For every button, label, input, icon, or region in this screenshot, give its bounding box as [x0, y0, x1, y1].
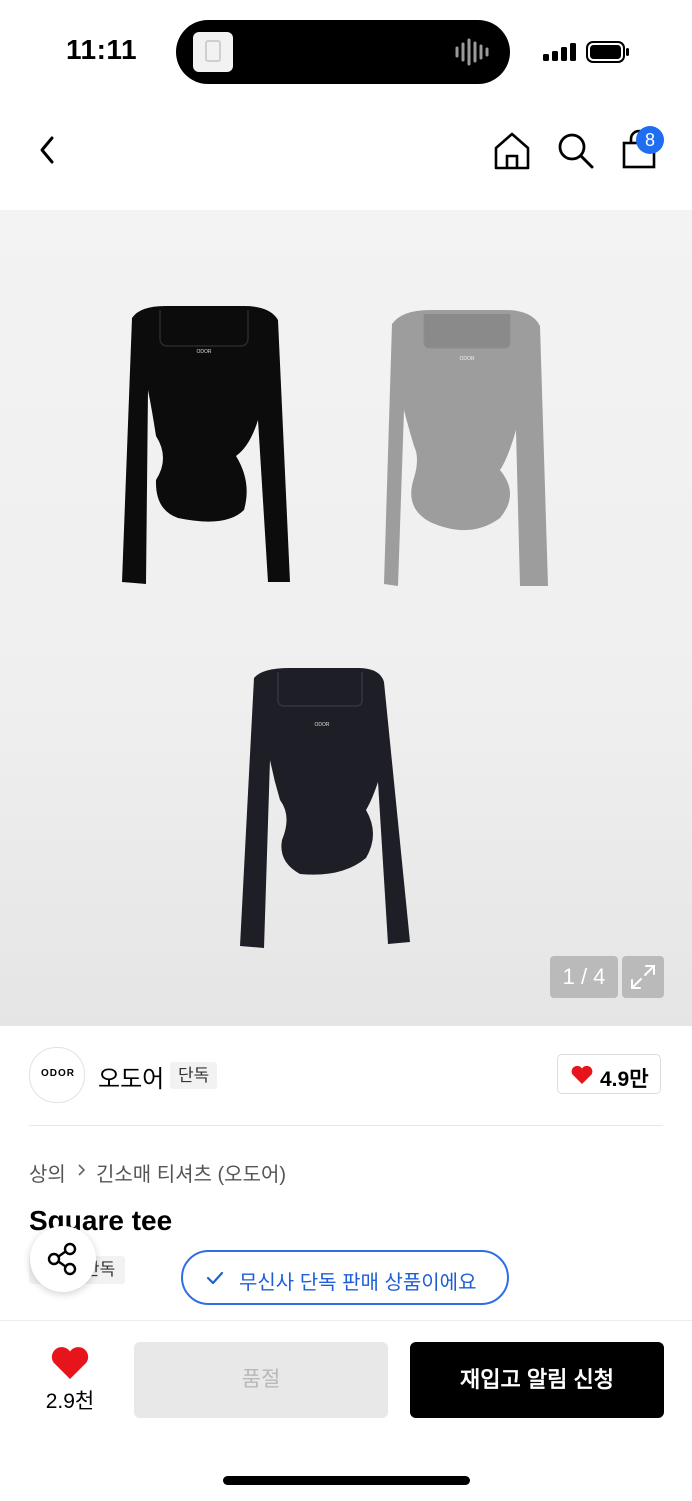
expand-image-button[interactable]	[622, 956, 664, 998]
battery-icon	[586, 41, 629, 63]
search-button[interactable]	[553, 128, 597, 172]
heart-icon	[571, 1065, 593, 1084]
gray-tee-image: ODOR	[384, 310, 548, 586]
checkmark-icon	[206, 1271, 224, 1285]
now-playing-thumbnail	[193, 32, 233, 72]
brand-name[interactable]: 오도어	[98, 1059, 164, 1094]
cart-count-badge: 8	[636, 126, 664, 154]
tee-logo: ODOR	[460, 356, 475, 362]
status-time: 11:11	[66, 34, 138, 65]
exclusive-sale-toast: 무신사 단독 판매 상품이에요	[181, 1250, 509, 1305]
product-image: ODOR ODOR ODOR	[122, 306, 548, 948]
brand-logo[interactable]: ODOR	[29, 1047, 85, 1103]
brand-like-count: 4.9만	[600, 1068, 649, 1091]
share-icon	[47, 1242, 77, 1276]
home-indicator	[223, 1476, 470, 1485]
dynamic-island	[176, 20, 510, 84]
product-image-gallery[interactable]: ODOR ODOR ODOR	[0, 210, 692, 1026]
tee-logo: ODOR	[315, 722, 330, 728]
chevron-right-icon	[78, 1164, 86, 1176]
breadcrumb-category[interactable]: 상의	[29, 1158, 66, 1187]
navy-tee-image: ODOR	[240, 668, 410, 948]
brand-logo-text: ODOR	[41, 1068, 75, 1079]
soldout-button[interactable]: 품절	[134, 1342, 388, 1418]
image-counter: 1 / 4	[550, 956, 618, 998]
home-button[interactable]	[490, 128, 534, 172]
wishlist-count: 2.9천	[45, 1390, 95, 1413]
black-tee-image: ODOR	[122, 306, 290, 584]
breadcrumb-subcategory[interactable]: 긴소매 티셔츠 (오도어)	[96, 1158, 286, 1187]
exclusive-badge: 단독	[170, 1062, 218, 1089]
toast-message: 무신사 단독 판매 상품이에요	[239, 1272, 477, 1294]
cellular-signal-icon	[543, 43, 576, 61]
back-button[interactable]	[26, 128, 70, 172]
restock-alert-button[interactable]: 재입고 알림 신청	[410, 1342, 664, 1418]
wishlist-heart-icon[interactable]	[50, 1345, 90, 1381]
share-button[interactable]	[30, 1226, 96, 1292]
divider	[29, 1125, 663, 1126]
waveform-icon	[455, 38, 489, 66]
tee-logo: ODOR	[197, 349, 212, 355]
